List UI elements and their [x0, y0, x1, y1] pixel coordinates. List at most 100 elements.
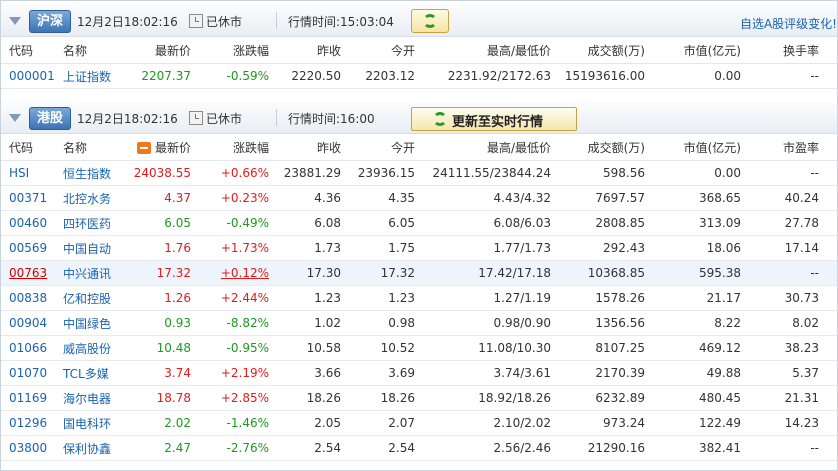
- stock-name-link[interactable]: 中国绿色: [63, 315, 111, 332]
- cell: +2.19%: [191, 361, 269, 385]
- stock-name-link[interactable]: TCL多媒: [63, 365, 109, 382]
- cell-extra: --: [810, 266, 819, 280]
- cell: 1.02: [271, 311, 341, 335]
- table-row[interactable]: HSI 恒生指数 24038.55 +0.66% 23881.29 23936.15 241…: [1, 161, 837, 186]
- market-tag[interactable]: 港股: [29, 107, 71, 130]
- header-col-name[interactable]: 名称: [63, 135, 123, 160]
- stock-code-link[interactable]: 03800: [9, 441, 47, 455]
- header-col-extra[interactable]: 市盈率: [741, 135, 819, 160]
- realtime-refresh-button[interactable]: 更新至实时行情: [411, 107, 577, 131]
- cell-extra: 30.73: [784, 291, 819, 305]
- stock-code-link[interactable]: 00569: [9, 241, 47, 255]
- header-label: 昨收: [316, 44, 341, 58]
- stock-name-link[interactable]: 中国自动: [63, 240, 111, 257]
- market-tag[interactable]: 沪深: [29, 10, 71, 33]
- header-col-market-cap[interactable]: 市值(亿元): [645, 135, 741, 160]
- stock-name-link[interactable]: 亿和控股: [63, 290, 111, 307]
- header-col-prev-close[interactable]: 昨收: [271, 135, 341, 160]
- stock-code-link[interactable]: 00371: [9, 191, 47, 205]
- cell: 3.66: [271, 361, 341, 385]
- cell: 03800: [9, 436, 69, 460]
- stock-name-link[interactable]: 保利协鑫: [63, 440, 111, 457]
- cell: 4.36: [271, 186, 341, 210]
- cell: 17.42/17.18: [415, 261, 551, 285]
- header-col-price[interactable]: 最新价: [121, 38, 191, 63]
- stock-name-link[interactable]: 上证指数: [63, 68, 111, 85]
- table-row[interactable]: 01296 国电科环 2.02 -1.46% 2.05 2.07 2.10/2.02 973.…: [1, 411, 837, 436]
- stock-code-link[interactable]: HSI: [9, 166, 29, 180]
- cell-cap: 21.17: [706, 291, 741, 305]
- market-status: 已休市: [206, 15, 243, 29]
- cell: 2207.37: [121, 64, 191, 88]
- table-row[interactable]: 00371 北控水务 4.37 +0.23% 4.36 4.35 4.43/4.32 7697…: [1, 186, 837, 211]
- header-col-prev-close[interactable]: 昨收: [271, 38, 341, 63]
- collapse-triangle-icon[interactable]: [9, 17, 21, 25]
- stock-name-link[interactable]: 威高股份: [63, 340, 111, 357]
- header-col-amount[interactable]: 成交额(万): [551, 135, 645, 160]
- section-bar-sh-sz: 沪深 12月2日18:02:16 已休市 行情时间:15:03:04 自选A股评…: [1, 5, 837, 37]
- header-label: 昨收: [316, 141, 341, 155]
- stock-code-link[interactable]: 01296: [9, 416, 47, 430]
- refresh-button[interactable]: [411, 9, 449, 33]
- cell: -0.59%: [191, 64, 269, 88]
- header-col-code[interactable]: 代码: [9, 135, 69, 160]
- table-row[interactable]: 01066 威高股份 10.48 -0.95% 10.58 10.52 11.08/10.3…: [1, 336, 837, 361]
- header-col-price[interactable]: 最新价: [121, 135, 191, 160]
- header-col-high-low[interactable]: 最高/最低价: [441, 38, 551, 63]
- collapse-triangle-icon[interactable]: [9, 114, 21, 122]
- cell: -2.76%: [191, 436, 269, 460]
- cell: --: [741, 64, 819, 88]
- cell: 2.02: [121, 411, 191, 435]
- table-row[interactable]: 01070 TCL多媒 3.74 +2.19% 3.66 3.69 3.74/3.61 217…: [1, 361, 837, 386]
- stock-code-link[interactable]: 00838: [9, 291, 47, 305]
- cell: 2.07: [341, 411, 415, 435]
- cell-prev: 3.66: [314, 366, 341, 380]
- stock-code-link[interactable]: 00763: [9, 266, 47, 280]
- header-col-change[interactable]: 涨跌幅: [191, 38, 269, 63]
- stock-name-link[interactable]: 四环医药: [63, 215, 111, 232]
- header-col-change[interactable]: 涨跌幅: [191, 135, 269, 160]
- cell-open: 3.69: [388, 366, 415, 380]
- stock-code-link[interactable]: 01169: [9, 391, 47, 405]
- cell: 24038.55: [121, 161, 191, 185]
- stock-code-link[interactable]: 00460: [9, 216, 47, 230]
- cell-hl: 18.92/18.26: [478, 391, 551, 405]
- header-col-code[interactable]: 代码: [9, 38, 69, 63]
- stock-name-link[interactable]: 国电科环: [63, 415, 111, 432]
- stock-code-link[interactable]: 000001: [9, 69, 55, 83]
- table-row[interactable]: 01169 海尔电器 18.78 +2.85% 18.26 18.26 18.92/18.2…: [1, 386, 837, 411]
- stock-code-link[interactable]: 01070: [9, 366, 47, 380]
- cell: +0.23%: [191, 186, 269, 210]
- cell-change: +1.73%: [220, 241, 269, 255]
- table-row[interactable]: 00763 中兴通讯 17.32 +0.12% 17.30 17.32 17.42/17.1…: [1, 261, 837, 286]
- stock-code-link[interactable]: 01066: [9, 341, 47, 355]
- header-label: 成交额(万): [587, 44, 645, 58]
- cell: 8.22: [645, 311, 741, 335]
- header-col-open[interactable]: 今开: [341, 135, 415, 160]
- cell: 24111.55/23844.24: [415, 161, 551, 185]
- stock-name-link[interactable]: 中兴通讯: [63, 265, 111, 282]
- cell: 2170.39: [551, 361, 645, 385]
- header-col-name[interactable]: 名称: [63, 38, 123, 63]
- cell: 2.05: [271, 411, 341, 435]
- stock-name-link[interactable]: 北控水务: [63, 190, 111, 207]
- header-col-market-cap[interactable]: 市值(亿元): [645, 38, 741, 63]
- stock-name-link[interactable]: 海尔电器: [63, 390, 111, 407]
- sort-icon[interactable]: [136, 141, 151, 154]
- header-col-amount[interactable]: 成交额(万): [551, 38, 645, 63]
- header-label: 名称: [63, 44, 88, 58]
- header-col-high-low[interactable]: 最高/最低价: [441, 135, 551, 160]
- header-col-extra[interactable]: 换手率: [741, 38, 819, 63]
- table-row[interactable]: 00460 四环医药 6.05 -0.49% 6.08 6.05 6.08/6.03 2808…: [1, 211, 837, 236]
- table-row[interactable]: 03800 保利协鑫 2.47 -2.76% 2.54 2.54 2.56/2.46 2129…: [1, 436, 837, 461]
- table-row[interactable]: 000001 上证指数 2207.37 -0.59% 2220.50 2203.12 223…: [1, 64, 837, 89]
- rating-change-link[interactable]: 自选A股评级变化!: [740, 15, 837, 32]
- stock-name-link[interactable]: 恒生指数: [63, 165, 111, 182]
- header-col-open[interactable]: 今开: [341, 38, 415, 63]
- table-row[interactable]: 00838 亿和控股 1.26 +2.44% 1.23 1.23 1.27/1.19 1578…: [1, 286, 837, 311]
- header-label: 今开: [390, 44, 415, 58]
- cell-hl: 1.27/1.19: [493, 291, 551, 305]
- table-row[interactable]: 00904 中国绿色 0.93 -8.82% 1.02 0.98 0.98/0.90 1356…: [1, 311, 837, 336]
- stock-code-link[interactable]: 00904: [9, 316, 47, 330]
- table-row[interactable]: 00569 中国自动 1.76 +1.73% 1.73 1.75 1.77/1.73 292.…: [1, 236, 837, 261]
